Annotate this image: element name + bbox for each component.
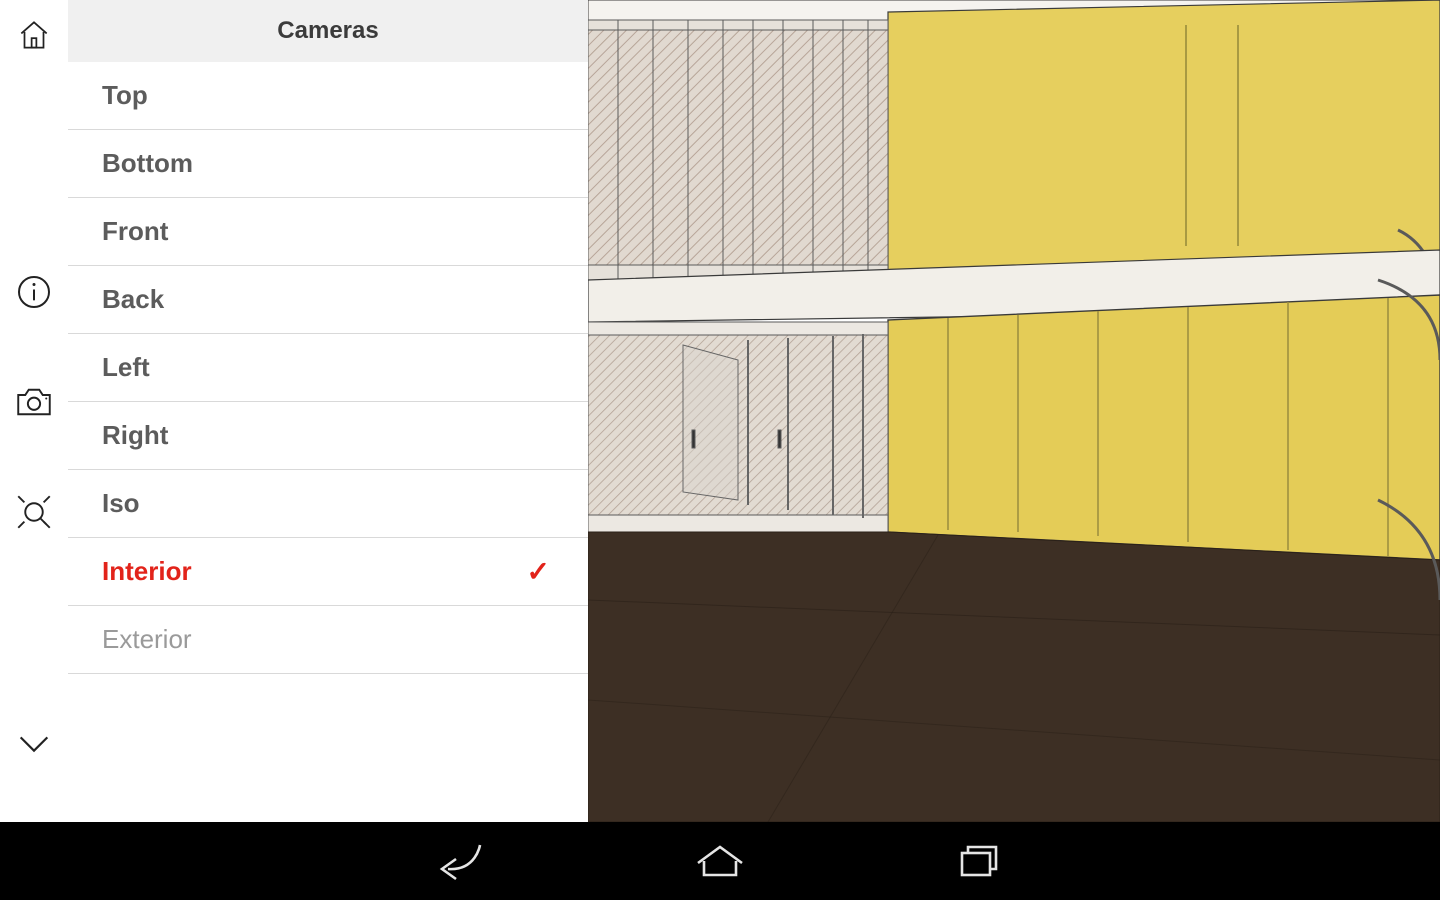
info-button[interactable] <box>9 267 59 317</box>
model-viewport[interactable] <box>588 0 1440 822</box>
nav-back-button[interactable] <box>425 831 495 891</box>
home-button[interactable] <box>9 10 59 60</box>
camera-item-left[interactable]: Left <box>68 334 588 402</box>
camera-item-back[interactable]: Back <box>68 266 588 334</box>
content-area: Cameras Top Bottom Front Back Left <box>0 0 1440 822</box>
camera-item-label: Top <box>102 80 148 111</box>
fit-view-icon <box>13 491 55 533</box>
camera-item-label: Right <box>102 420 168 451</box>
collapse-button[interactable] <box>9 719 59 769</box>
camera-button[interactable] <box>9 377 59 427</box>
cameras-panel: Cameras Top Bottom Front Back Left <box>68 0 588 822</box>
camera-item-exterior[interactable]: Exterior <box>68 606 588 674</box>
back-icon <box>432 839 488 883</box>
info-icon <box>14 272 54 312</box>
camera-item-front[interactable]: Front <box>68 198 588 266</box>
camera-item-label: Front <box>102 216 168 247</box>
nav-recents-button[interactable] <box>945 831 1015 891</box>
home-icon <box>15 16 53 54</box>
camera-item-interior[interactable]: Interior ✓ <box>68 538 588 606</box>
camera-item-label: Bottom <box>102 148 193 179</box>
camera-item-label: Exterior <box>102 624 192 655</box>
nav-home-button[interactable] <box>685 831 755 891</box>
camera-item-label: Interior <box>102 556 192 587</box>
panel-title: Cameras <box>68 0 588 62</box>
scene-render <box>588 0 1440 822</box>
android-navbar <box>0 822 1440 900</box>
camera-icon <box>13 384 55 420</box>
camera-item-right[interactable]: Right <box>68 402 588 470</box>
camera-item-label: Back <box>102 284 164 315</box>
app-root: Cameras Top Bottom Front Back Left <box>0 0 1440 900</box>
camera-item-label: Left <box>102 352 150 383</box>
chevron-down-icon <box>14 730 54 758</box>
checkmark-icon: ✓ <box>527 555 550 588</box>
cameras-list: Top Bottom Front Back Left Right <box>68 62 588 674</box>
camera-item-iso[interactable]: Iso <box>68 470 588 538</box>
camera-item-label: Iso <box>102 488 140 519</box>
recents-icon <box>956 841 1004 881</box>
home-icon <box>694 841 746 881</box>
camera-item-top[interactable]: Top <box>68 62 588 130</box>
fit-view-button[interactable] <box>9 487 59 537</box>
left-toolbar <box>0 0 68 822</box>
camera-item-bottom[interactable]: Bottom <box>68 130 588 198</box>
